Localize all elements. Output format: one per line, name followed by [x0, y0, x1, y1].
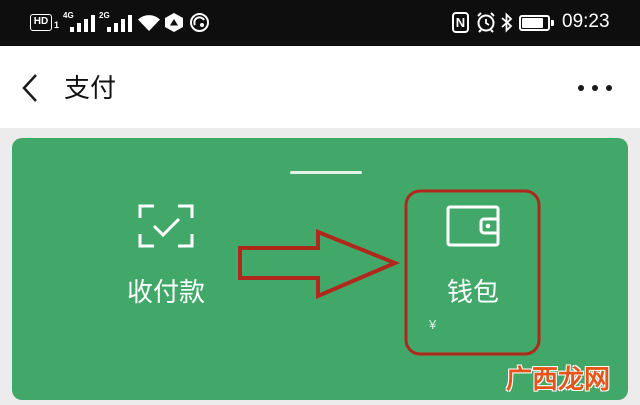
signal-bar — [91, 15, 95, 32]
more-icon[interactable] — [576, 82, 612, 94]
nfc-icon: N — [452, 12, 469, 33]
card-top-divider — [290, 171, 362, 174]
wallet-label: 钱包 — [446, 277, 499, 307]
battery-fill — [522, 18, 543, 28]
receive-pay-label: 收付款 — [126, 277, 205, 307]
signal-bar — [84, 19, 88, 32]
pay-card: 收付款 钱包 ¥ — [12, 138, 628, 400]
signal-bar — [70, 27, 74, 32]
signal-1-icon — [70, 15, 96, 32]
back-arrow-icon[interactable] — [20, 73, 40, 103]
clock-time: 09:23 — [562, 11, 610, 32]
wallet-balance-symbol: ¥ — [429, 317, 437, 332]
alarm-icon — [477, 12, 495, 33]
wallet-icon — [446, 205, 500, 247]
hotspot-icon — [190, 13, 209, 32]
signal-bar — [128, 15, 132, 32]
bluetooth-icon — [501, 12, 513, 33]
signal-bar — [107, 27, 111, 32]
wallet-button[interactable]: 钱包 ¥ — [413, 196, 533, 336]
signal-bar — [77, 23, 81, 32]
top-nav-bar: 支付 — [0, 46, 640, 128]
hexagon-icon — [165, 13, 183, 32]
signal-bar — [114, 23, 118, 32]
status-bar: HD 1 4G 2G N 09:23 — [0, 0, 640, 46]
scan-pay-icon — [138, 204, 194, 248]
signal-bar — [121, 19, 125, 32]
receive-pay-button[interactable]: 收付款 — [106, 196, 226, 336]
wifi-icon — [138, 15, 160, 31]
hd-voice-badge: HD — [30, 14, 52, 31]
battery-nub — [551, 20, 554, 26]
page-title: 支付 — [64, 73, 117, 103]
signal-2-icon — [107, 15, 133, 32]
sim-slot-label: 1 — [54, 20, 60, 30]
watermark-logo: 广西龙网 — [506, 364, 611, 394]
battery-icon — [519, 15, 550, 31]
